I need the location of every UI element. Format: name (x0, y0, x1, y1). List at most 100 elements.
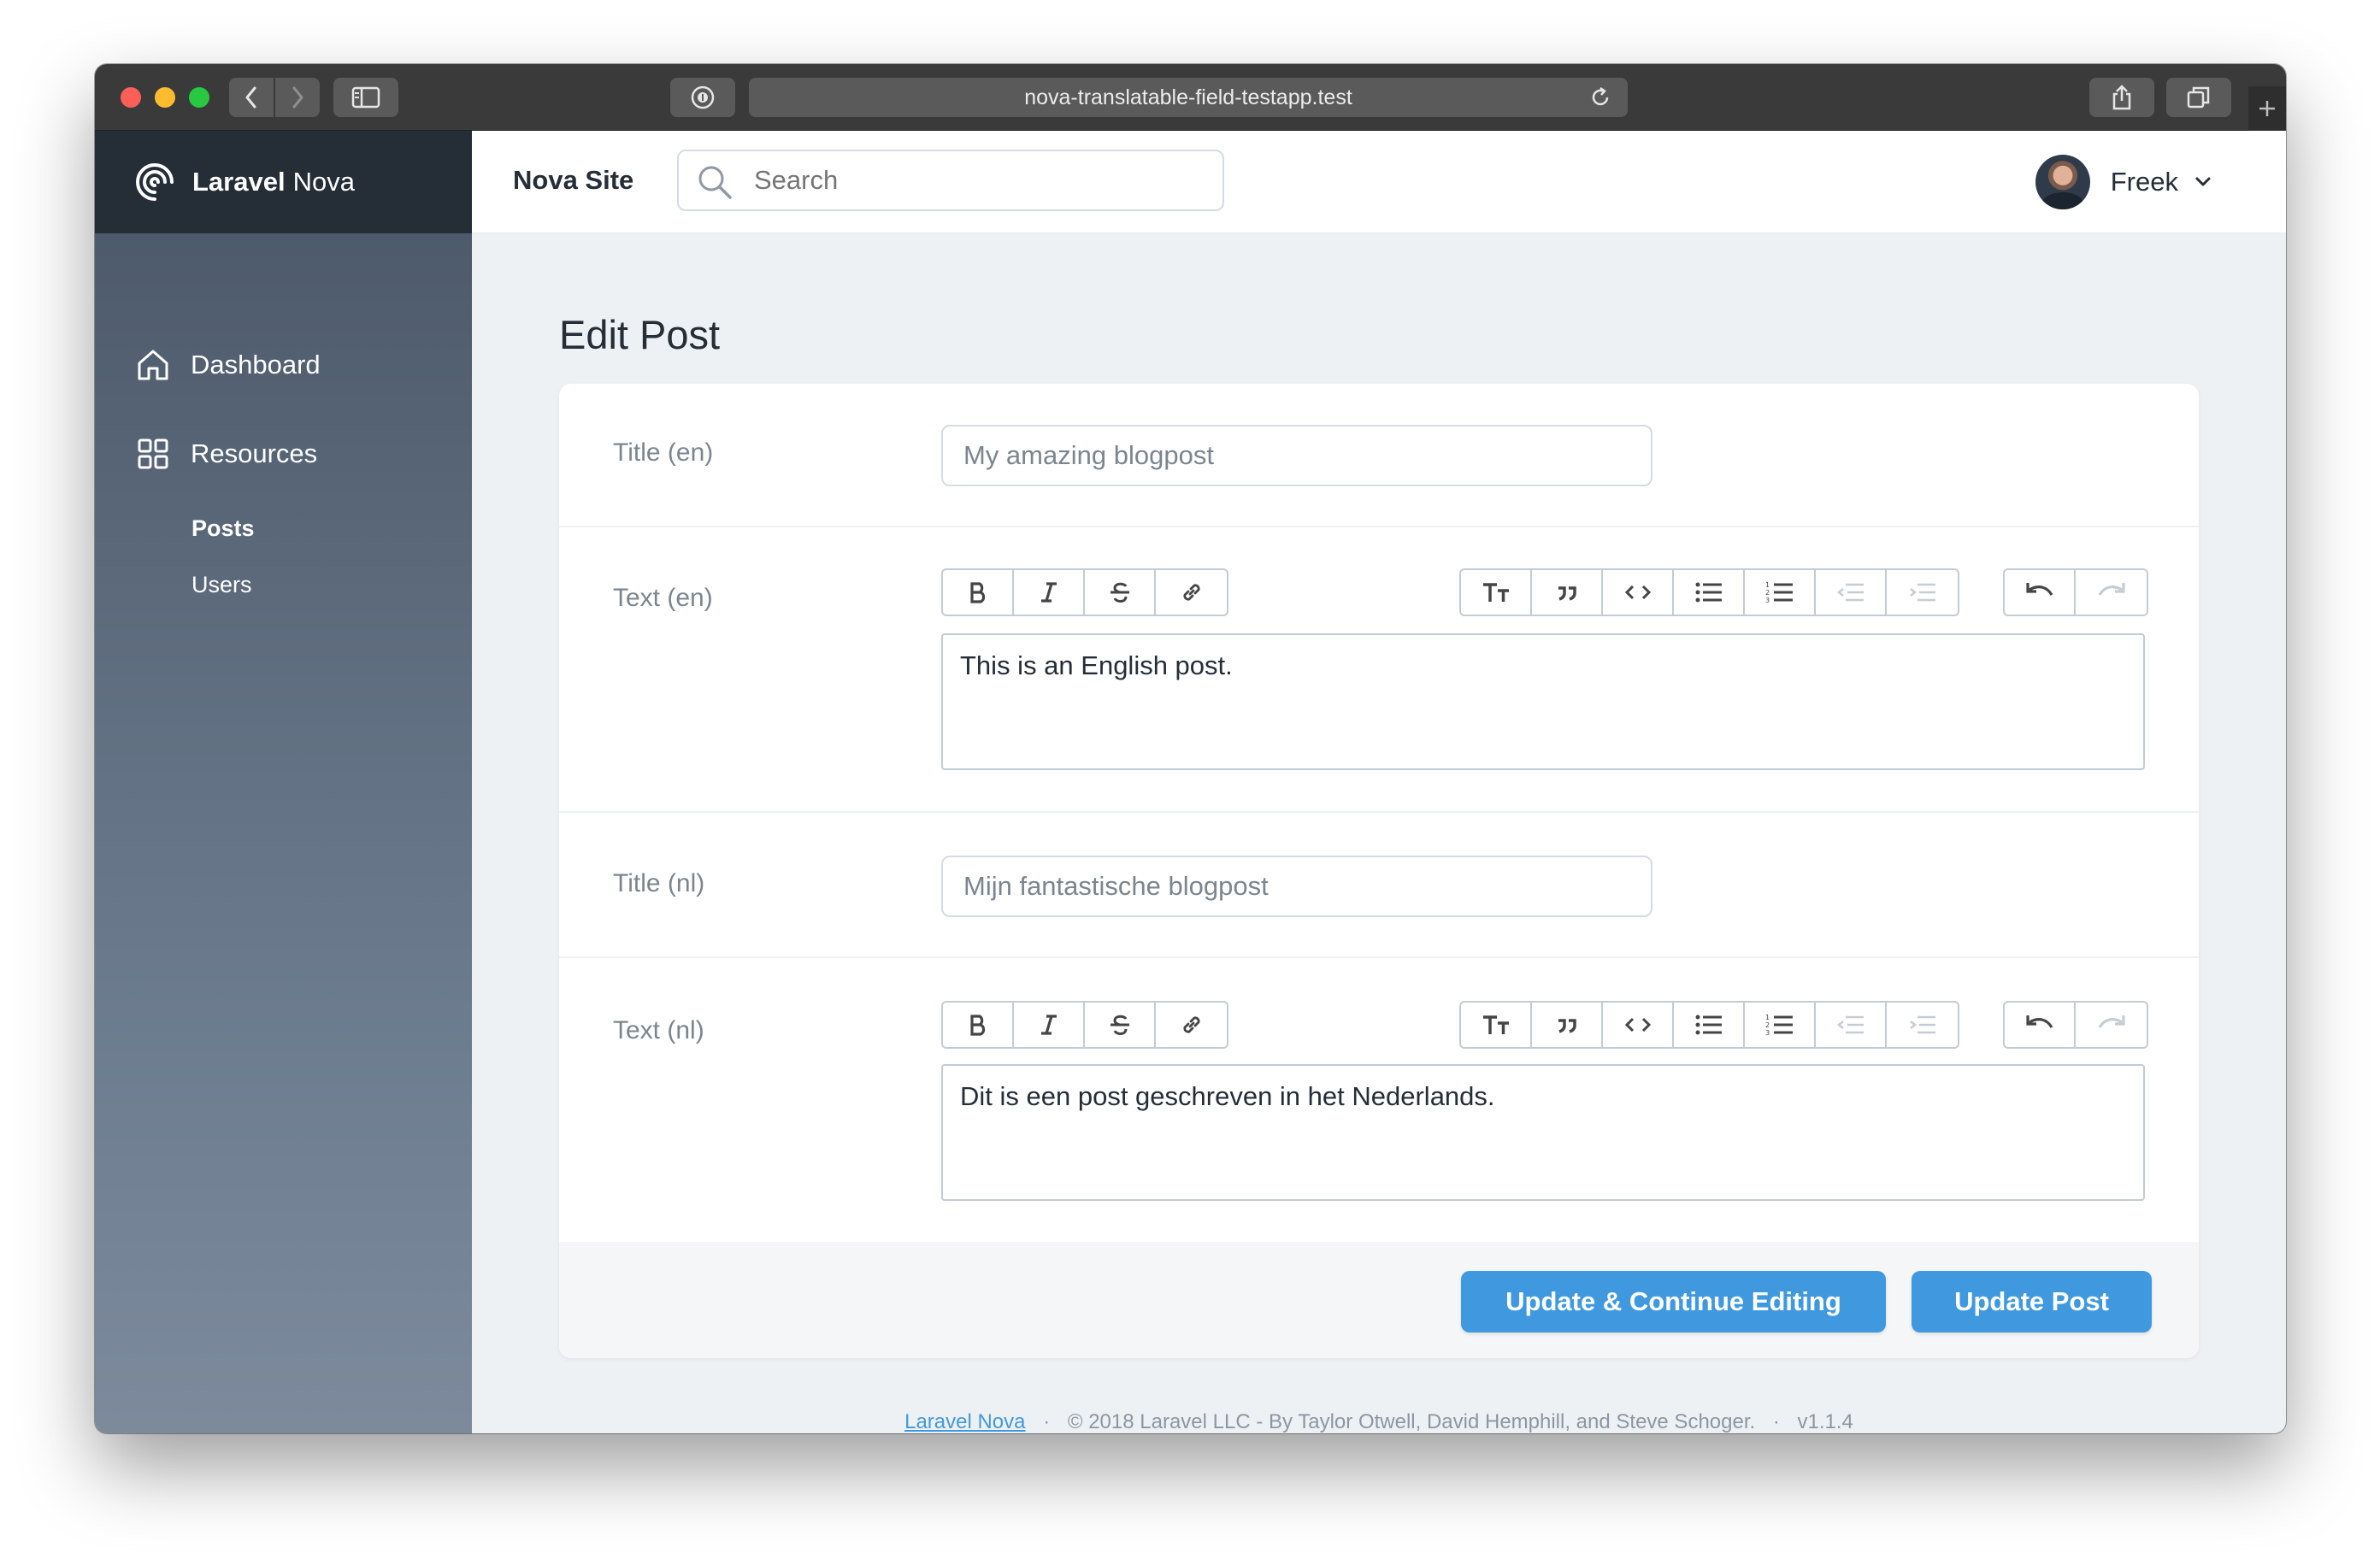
history-toolbar (2003, 1001, 2148, 1049)
user-menu[interactable]: Freek (2035, 155, 2216, 209)
bold-button[interactable] (943, 1003, 1014, 1047)
bold-icon (969, 1015, 985, 1036)
sidebar-item-resources[interactable]: Resources (134, 435, 317, 473)
footer-separator: · (1043, 1410, 1051, 1433)
redo-icon (2098, 1015, 2125, 1028)
increase-indent-button[interactable] (1887, 570, 1958, 615)
minimize-window-button[interactable] (155, 87, 175, 108)
password-manager-button[interactable] (670, 78, 735, 117)
reload-icon[interactable] (1588, 85, 1612, 109)
italic-button[interactable] (1014, 1003, 1085, 1047)
sidebar-item-users[interactable]: Users (191, 572, 252, 598)
number-list-button[interactable]: 123 (1745, 1003, 1816, 1047)
code-button[interactable] (1603, 570, 1674, 615)
sidebar-item-dashboard[interactable]: Dashboard (134, 346, 321, 384)
chevron-left-icon (245, 86, 256, 109)
undo-button[interactable] (2005, 570, 2076, 615)
update-continue-button[interactable]: Update & Continue Editing (1461, 1271, 1886, 1333)
link-button[interactable] (1156, 570, 1227, 615)
share-icon (2112, 85, 2131, 110)
top-header: Nova Site Freek (472, 131, 2286, 233)
search-input[interactable] (754, 151, 1199, 209)
bold-button[interactable] (943, 570, 1014, 615)
field-row-text-en: Text (en) 123 This is an English post. (559, 527, 2199, 813)
increase-indent-icon (1909, 1015, 1935, 1034)
heading-button[interactable] (1461, 1003, 1532, 1047)
sidebar-item-label: Resources (191, 438, 318, 468)
redo-button[interactable] (2076, 570, 2147, 615)
bullet-list-button[interactable] (1674, 570, 1745, 615)
decrease-indent-button[interactable] (1816, 570, 1887, 615)
redo-button[interactable] (2076, 1003, 2147, 1047)
strikethrough-icon (1110, 1015, 1129, 1035)
quote-button[interactable] (1532, 1003, 1603, 1047)
bullet-list-icon (1695, 1015, 1722, 1035)
sidebar: Laravel Nova Dashboard Resources Posts U… (95, 131, 472, 1433)
search-icon (698, 166, 732, 199)
number-list-icon: 123 (1765, 1014, 1793, 1037)
sidebar-toggle-button[interactable] (333, 78, 398, 117)
avatar (2035, 155, 2090, 209)
svg-text:1: 1 (1765, 1014, 1770, 1021)
title-nl-input[interactable]: Mijn fantastische blogpost (941, 856, 1652, 917)
update-post-button[interactable]: Update Post (1912, 1271, 2152, 1333)
quote-button[interactable] (1532, 570, 1603, 615)
undo-icon (2025, 583, 2053, 596)
url-text: nova-translatable-field-testapp.test (1024, 85, 1352, 109)
increase-indent-button[interactable] (1887, 1003, 1958, 1047)
close-window-button[interactable] (121, 87, 141, 108)
tabs-overview-button[interactable] (2166, 78, 2231, 117)
strikethrough-button[interactable] (1085, 570, 1156, 615)
strikethrough-icon (1110, 582, 1129, 603)
new-tab-button[interactable] (2248, 86, 2286, 131)
tabs-icon (2187, 86, 2210, 109)
sidebar-item-label: Dashboard (191, 350, 321, 379)
link-icon (1182, 584, 1200, 601)
brand[interactable]: Laravel Nova (95, 131, 472, 233)
text-formatting-toolbar (941, 1001, 1228, 1049)
strikethrough-button[interactable] (1085, 1003, 1156, 1047)
field-label: Text (nl) (613, 1016, 704, 1044)
number-list-button[interactable]: 123 (1745, 570, 1816, 615)
heading-button[interactable] (1461, 570, 1532, 615)
field-label: Title (nl) (613, 869, 705, 897)
italic-icon (1040, 582, 1057, 603)
address-bar[interactable]: nova-translatable-field-testapp.test (749, 78, 1628, 117)
chevron-down-icon (2195, 177, 2211, 186)
block-formatting-toolbar: 123 (1459, 568, 1959, 616)
bullet-list-icon (1695, 582, 1722, 603)
field-row-title-nl: Title (nl) Mijn fantastische blogpost (559, 813, 2199, 958)
browser-titlebar: nova-translatable-field-testapp.test (95, 64, 2286, 131)
code-icon (1624, 1017, 1651, 1032)
forward-button[interactable] (275, 78, 320, 117)
link-icon (1182, 1016, 1200, 1033)
bullet-list-button[interactable] (1674, 1003, 1745, 1047)
global-search[interactable] (677, 150, 1224, 211)
code-button[interactable] (1603, 1003, 1674, 1047)
sidebar-item-posts[interactable]: Posts (191, 515, 255, 542)
field-row-title-en: Title (en) My amazing blogpost (559, 384, 2199, 527)
nova-logo-icon (136, 163, 174, 201)
sidebar-icon (351, 86, 380, 109)
field-row-text-nl: Text (nl) 123 Dit is een post geschreven… (559, 958, 2199, 1242)
footer-link[interactable]: Laravel Nova (904, 1410, 1025, 1433)
zoom-window-button[interactable] (189, 87, 209, 108)
code-icon (1624, 585, 1651, 600)
text-en-editor[interactable]: This is an English post. (941, 633, 2145, 770)
grid-icon (138, 438, 168, 469)
text-nl-editor[interactable]: Dit is een post geschreven in het Nederl… (941, 1064, 2145, 1201)
link-button[interactable] (1156, 1003, 1227, 1047)
share-button[interactable] (2089, 78, 2154, 117)
undo-button[interactable] (2005, 1003, 2076, 1047)
decrease-indent-button[interactable] (1816, 1003, 1887, 1047)
site-name[interactable]: Nova Site (513, 165, 633, 196)
footer-version: v1.1.4 (1797, 1410, 1853, 1433)
screenshot-stage: nova-translatable-field-testapp.test Lar… (0, 0, 2380, 1559)
browser-window: nova-translatable-field-testapp.test Lar… (95, 64, 2286, 1433)
italic-button[interactable] (1014, 570, 1085, 615)
brand-name-strong: Laravel (192, 167, 286, 197)
redo-icon (2098, 583, 2125, 596)
title-en-input[interactable]: My amazing blogpost (941, 425, 1652, 486)
back-button[interactable] (229, 78, 274, 117)
heading-icon (1482, 583, 1509, 602)
